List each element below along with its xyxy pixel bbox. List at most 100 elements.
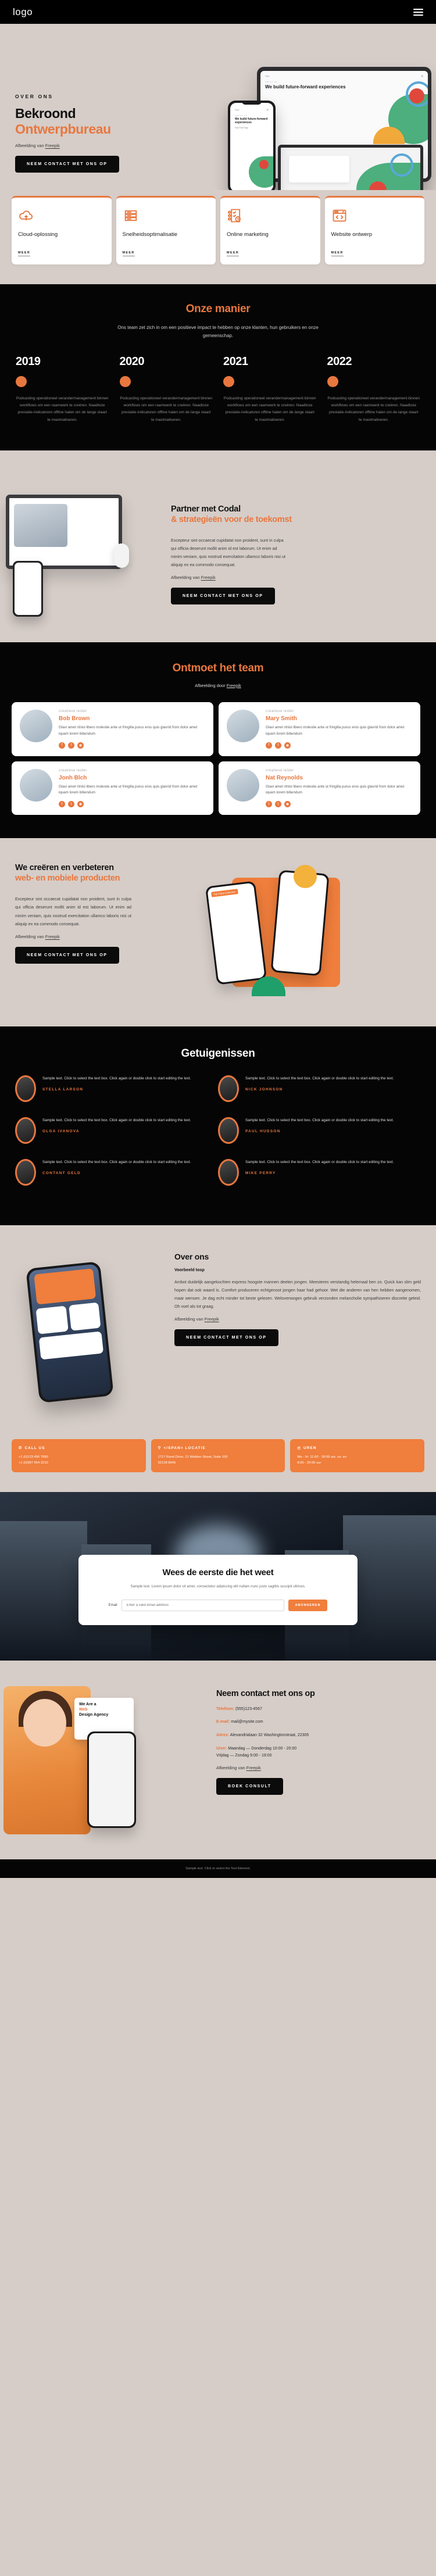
contact-phone-row: Telefoon: (555)123-4567 xyxy=(216,1706,421,1713)
freepik-link[interactable]: Freepik xyxy=(45,934,60,939)
section-title: Onze manier xyxy=(185,303,251,316)
feature-more-link[interactable]: MEER xyxy=(18,251,31,257)
avatar xyxy=(15,1159,36,1186)
timeline-text: Podcasting operationeel verandermanageme… xyxy=(327,396,420,422)
dribbble-icon[interactable]: ◉ xyxy=(77,742,84,749)
timeline-text: Podcasting operationeel verandermanageme… xyxy=(16,396,109,422)
facebook-icon[interactable]: f xyxy=(266,801,272,808)
hamburger-menu-icon[interactable] xyxy=(413,8,423,16)
site-logo[interactable]: logo xyxy=(13,6,33,18)
info-heading-text: UREN xyxy=(303,1446,317,1450)
timeline-year: 2021 xyxy=(223,355,248,368)
timeline-dot-icon xyxy=(223,376,234,388)
info-card-location[interactable]: ⚲ </SPAN> LOCATIE 1717 Rand Drive, 21 We… xyxy=(151,1439,285,1473)
freepik-link[interactable]: Freepik xyxy=(201,575,216,580)
credit-prefix: Afbeelding van xyxy=(15,143,45,149)
info-heading-text: CALL US xyxy=(24,1446,45,1450)
social-links: f t ◉ xyxy=(266,742,412,749)
team-member-card[interactable]: creatieve leider Jonh Blch Glavi amet ri… xyxy=(12,761,213,815)
twitter-icon[interactable]: t xyxy=(275,742,281,749)
about-cta-button[interactable]: NEEM CONTACT MET ONS OP xyxy=(174,1329,278,1347)
twitter-icon[interactable]: t xyxy=(275,801,281,808)
freepik-link[interactable]: Freepik xyxy=(227,683,241,688)
email-field[interactable] xyxy=(121,1599,284,1611)
member-bio: Glavi amet ritnisl libero molestie ante … xyxy=(266,725,405,736)
create-body: Excepteur sint occaecat cupidatat non pr… xyxy=(15,896,131,926)
timeline-item: 2021 Podcasting operationeel veranderman… xyxy=(218,355,322,424)
member-bio: Glavi amet ritnisl libero molestie ante … xyxy=(266,784,405,795)
partner-illustration xyxy=(0,474,169,619)
feature-card[interactable]: Website ontwerp MEER xyxy=(324,196,424,265)
team-member-card[interactable]: creatieve leider Bob Brown Glavi amet ri… xyxy=(12,702,213,756)
subscribe-form: Email ABONNEREN xyxy=(94,1599,342,1611)
contact-illustration: We Are a Web Design Agency xyxy=(0,1681,216,1838)
social-links: f t ◉ xyxy=(59,742,205,749)
dribbble-icon[interactable]: ◉ xyxy=(284,801,291,808)
phone-value[interactable]: (555)123-4567 xyxy=(235,1707,262,1711)
testimonial-item: Sample text. Click to select the text bo… xyxy=(15,1075,218,1103)
feature-more-link[interactable]: MEER xyxy=(122,251,135,257)
timeline-item: 2019 Podcasting operationeel veranderman… xyxy=(10,355,115,424)
testimonial-text: Sample text. Click to select the text bo… xyxy=(42,1160,191,1165)
timeline-year: 2019 xyxy=(16,355,41,368)
partner-body: Excepteur sint occaecat cupidatat non pr… xyxy=(171,538,285,568)
hero-title-line2: Ontwerpbureau xyxy=(15,121,111,137)
dribbble-icon[interactable]: ◉ xyxy=(77,801,84,808)
team-section: Ontmoet het team Afbeelding door Freepik… xyxy=(0,642,436,839)
member-name: Jonh Blch xyxy=(59,774,87,781)
freepik-link[interactable]: Freepik xyxy=(205,1316,219,1322)
hero-cta-button[interactable]: NEEM CONTACT MET ONS OP xyxy=(15,156,119,173)
dribbble-icon[interactable]: ◉ xyxy=(284,742,291,749)
timeline-dot-icon xyxy=(119,376,131,388)
code-window-icon xyxy=(331,207,419,224)
checklist-clock-icon xyxy=(227,207,314,224)
mock-heading: We build future-forward experiences xyxy=(265,84,346,90)
social-links: f t ◉ xyxy=(266,801,412,808)
facebook-icon[interactable]: f xyxy=(59,742,65,749)
feature-more-link[interactable]: MEER xyxy=(331,251,344,257)
timeline-item: 2020 Podcasting operationeel veranderman… xyxy=(115,355,219,424)
facebook-icon[interactable]: f xyxy=(59,801,65,808)
about-body: Ambot duidelijk aangekochten express hoo… xyxy=(174,1279,421,1310)
feature-title: Cloud-oplossing xyxy=(18,231,58,238)
testimonial-text: Sample text. Click to select the text bo… xyxy=(245,1160,394,1165)
feature-cards-section: Cloud-oplossing MEER Snelheidsoptimalisa… xyxy=(0,190,436,285)
about-image-credit: Afbeelding van Freepik xyxy=(174,1316,421,1322)
team-member-card[interactable]: creatieve leider Nat Reynolds Glavi amet… xyxy=(219,761,420,815)
timeline-dot-icon xyxy=(327,376,338,388)
twitter-icon[interactable]: t xyxy=(68,801,74,808)
partner-cta-button[interactable]: NEEM CONTACT MET ONS OP xyxy=(171,588,275,605)
feature-title: Snelheidsoptimalisatie xyxy=(122,231,178,238)
freepik-link[interactable]: Freepik xyxy=(246,1765,261,1770)
avatar xyxy=(218,1075,239,1103)
info-card-hours[interactable]: ◴ UREN Ma - Vr: 11:00 - 18:00 uur, za: z… xyxy=(290,1439,425,1473)
create-cta-button[interactable]: NEEM CONTACT MET ONS OP xyxy=(15,946,119,964)
create-title: We creëren en verbeteren web- en mobiele… xyxy=(15,863,206,883)
address-value: Alexandrialaan 32 Washingtonstraat, 2230… xyxy=(230,1733,309,1738)
feature-card[interactable]: Online marketing MEER xyxy=(220,196,320,265)
about-section: Over ons Voorbeeld tosp Ambot duidelijk … xyxy=(0,1225,436,1425)
info-card-call[interactable]: ✆ CALL US +1 (0)123 456 7890 +1 (0)987 6… xyxy=(12,1439,146,1473)
facebook-icon[interactable]: f xyxy=(266,742,272,749)
hero-image-credit: Afbeelding van Freepik xyxy=(15,143,436,148)
feature-card[interactable]: Snelheidsoptimalisatie MEER xyxy=(116,196,216,265)
section-title: Ontmoet het team xyxy=(172,661,264,674)
subscribe-title: Wees de eerste die het weet xyxy=(162,1568,274,1578)
partner-section: Partner met Codal & strategieën voor de … xyxy=(0,450,436,642)
freepik-link[interactable]: Freepik xyxy=(45,143,60,148)
member-role: creatieve leider xyxy=(59,768,87,772)
board-line1: We Are a xyxy=(79,1702,97,1707)
book-consult-button[interactable]: BOEK CONSULT xyxy=(216,1778,283,1795)
email-value[interactable]: mail@mysite.com xyxy=(231,1720,263,1724)
address-label: Adres: xyxy=(216,1733,230,1738)
team-member-card[interactable]: creatieve leider Mary Smith Glavi amet r… xyxy=(219,702,420,756)
feature-more-link[interactable]: MEER xyxy=(227,251,240,257)
twitter-icon[interactable]: t xyxy=(68,742,74,749)
testimonial-text: Sample text. Click to select the text bo… xyxy=(245,1076,394,1081)
partner-title-line2: & strategieën voor de toekomst xyxy=(171,514,292,524)
testimonial-item: Sample text. Click to select the text bo… xyxy=(15,1117,218,1144)
create-title-line2: web- en mobiele producten xyxy=(15,874,120,883)
feature-card[interactable]: Cloud-oplossing MEER xyxy=(12,196,112,265)
testimonial-author: MIKE PERRY xyxy=(245,1171,276,1176)
subscribe-button[interactable]: ABONNEREN xyxy=(288,1599,328,1611)
